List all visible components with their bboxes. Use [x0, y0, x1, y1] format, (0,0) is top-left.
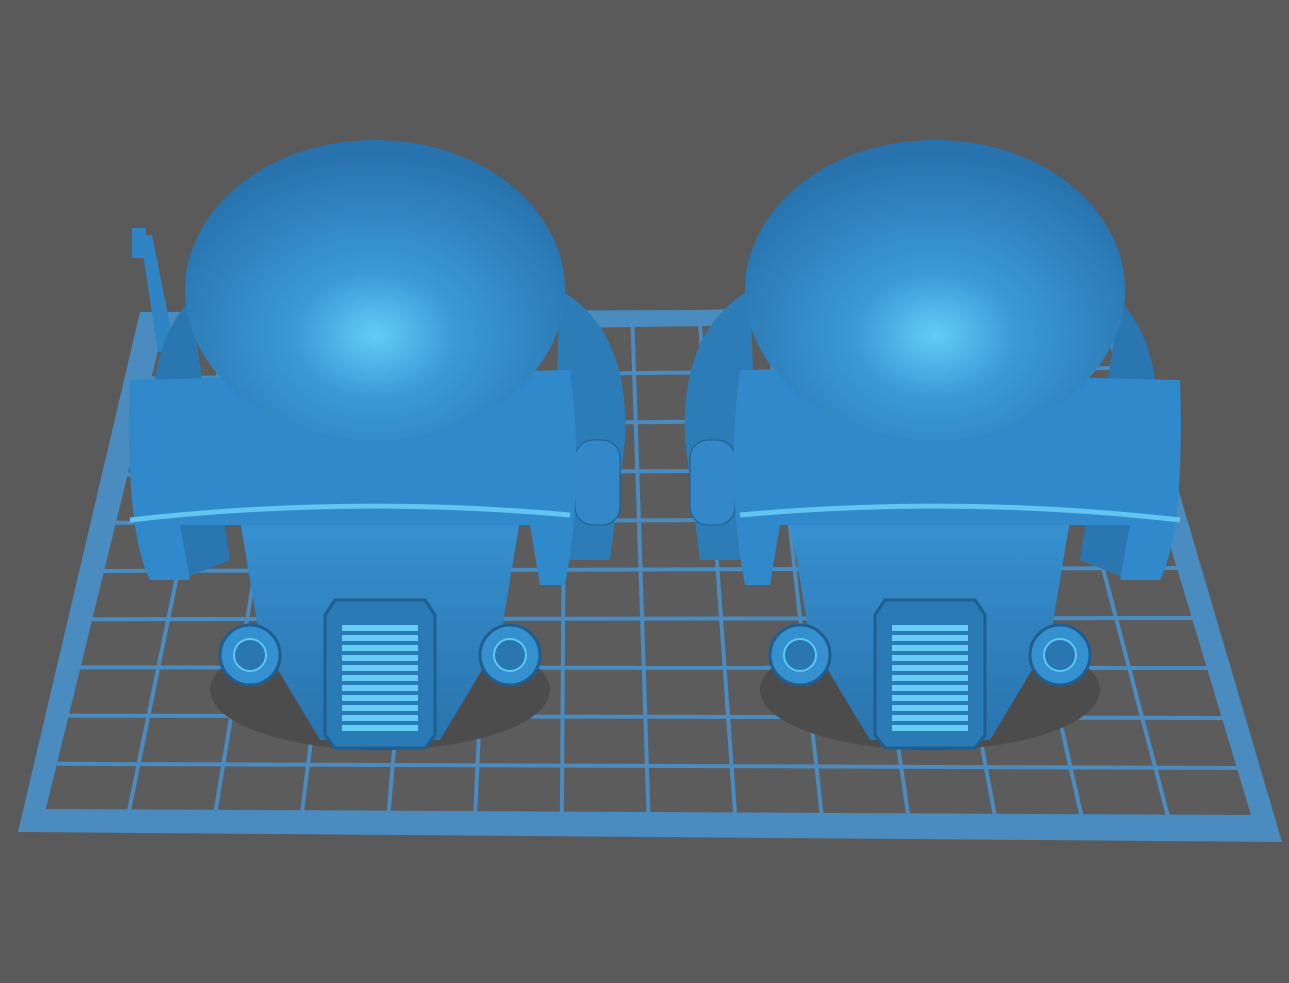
- grille-slat: [342, 655, 418, 661]
- grille-slat: [892, 695, 968, 701]
- grille-slat: [892, 705, 968, 711]
- grille-slat: [342, 645, 418, 651]
- bolt-plate: [689, 439, 736, 526]
- grille-slat: [342, 705, 418, 711]
- grille-slat: [892, 625, 968, 631]
- filter-can-inner: [783, 638, 817, 672]
- grille-slat: [892, 685, 968, 691]
- grille-slat: [342, 625, 418, 631]
- 3d-viewport[interactable]: [0, 0, 1289, 983]
- grille-slat: [342, 665, 418, 671]
- bolt-plate: [574, 439, 621, 526]
- grille-slat: [342, 715, 418, 721]
- grille-slat: [892, 655, 968, 661]
- grille-slat: [892, 725, 968, 731]
- grille-slat: [892, 635, 968, 641]
- grille-slat: [342, 635, 418, 641]
- grille-slat: [892, 675, 968, 681]
- filter-can-inner: [233, 638, 267, 672]
- helmet-dome: [185, 140, 565, 440]
- grille-slat: [342, 725, 418, 731]
- filter-can-inner: [493, 638, 527, 672]
- grille-slat: [342, 695, 418, 701]
- grille-slat: [342, 685, 418, 691]
- grille-slat: [892, 665, 968, 671]
- antenna-tip: [132, 228, 146, 258]
- helmet-dome: [745, 140, 1125, 440]
- grille-slat: [892, 645, 968, 651]
- grille-slat: [892, 715, 968, 721]
- grille-slat: [342, 675, 418, 681]
- filter-can-inner: [1043, 638, 1077, 672]
